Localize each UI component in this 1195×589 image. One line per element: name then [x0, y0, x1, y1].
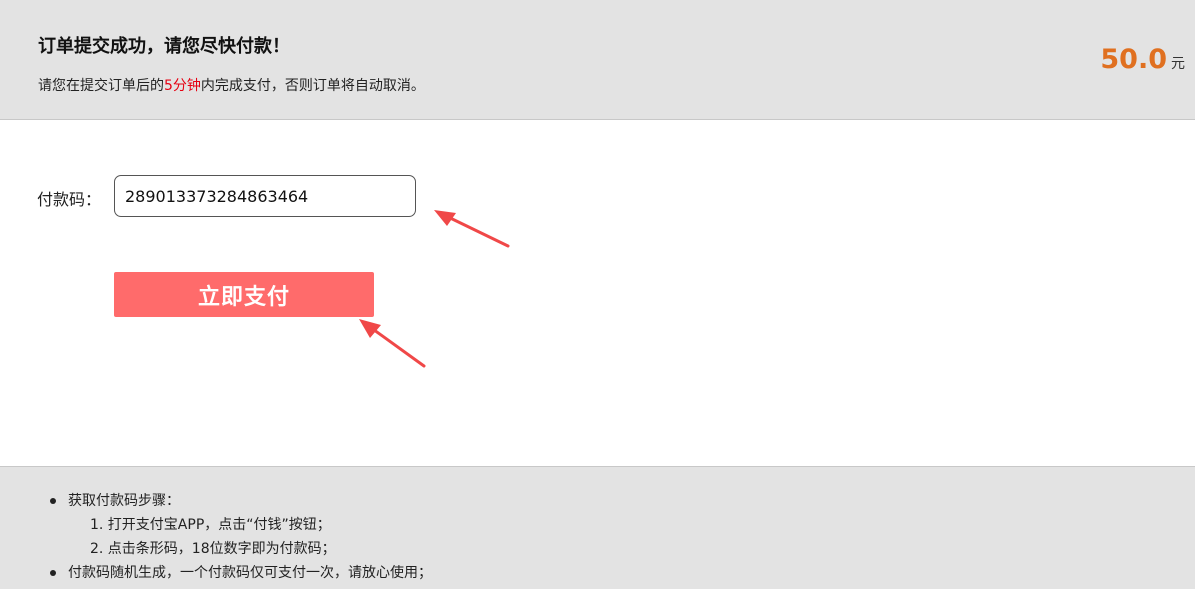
- order-header: 订单提交成功，请您尽快付款！ 请您在提交订单后的5分钟内完成支付，否则订单将自动…: [0, 0, 1195, 120]
- deadline-text-before: 请您在提交订单后的: [38, 78, 164, 94]
- deadline-highlight: 5分钟: [164, 78, 201, 94]
- payment-code-label: 付款码：: [37, 190, 102, 209]
- order-amount: 50.0 元: [1100, 44, 1185, 75]
- payment-deadline-text: 请您在提交订单后的5分钟内完成支付，否则订单将自动取消。: [38, 75, 425, 95]
- page-title: 订单提交成功，请您尽快付款！: [38, 36, 290, 57]
- pay-now-button[interactable]: 立即支付: [114, 272, 374, 317]
- list-item: 2. 点击条形码，18位数字即为付款码；: [90, 541, 336, 557]
- amount-value: 50.0: [1100, 44, 1167, 75]
- step-title: 获取付款码步骤：: [68, 493, 180, 509]
- deadline-text-after: 内完成支付，否则订单将自动取消。: [200, 78, 425, 94]
- instructions-panel: 获取付款码步骤： 1. 打开支付宝APP，点击“付钱”按钮； 2. 点击条形码，…: [0, 466, 1195, 589]
- arrow-pointing-to-input-icon: [434, 210, 510, 248]
- list-item: 获取付款码步骤： 1. 打开支付宝APP，点击“付钱”按钮； 2. 点击条形码，…: [48, 489, 432, 561]
- arrow-pointing-to-pay-button-icon: [359, 319, 426, 368]
- list-item: 1. 打开支付宝APP，点击“付钱”按钮；: [90, 517, 331, 533]
- steps-list: 1. 打开支付宝APP，点击“付钱”按钮； 2. 点击条形码，18位数字即为付款…: [68, 513, 432, 561]
- instructions-list: 获取付款码步骤： 1. 打开支付宝APP，点击“付钱”按钮； 2. 点击条形码，…: [48, 489, 432, 585]
- payment-code-input[interactable]: [114, 175, 416, 217]
- amount-unit: 元: [1171, 56, 1185, 72]
- list-item: 付款码随机生成，一个付款码仅可支付一次，请放心使用；: [48, 561, 432, 585]
